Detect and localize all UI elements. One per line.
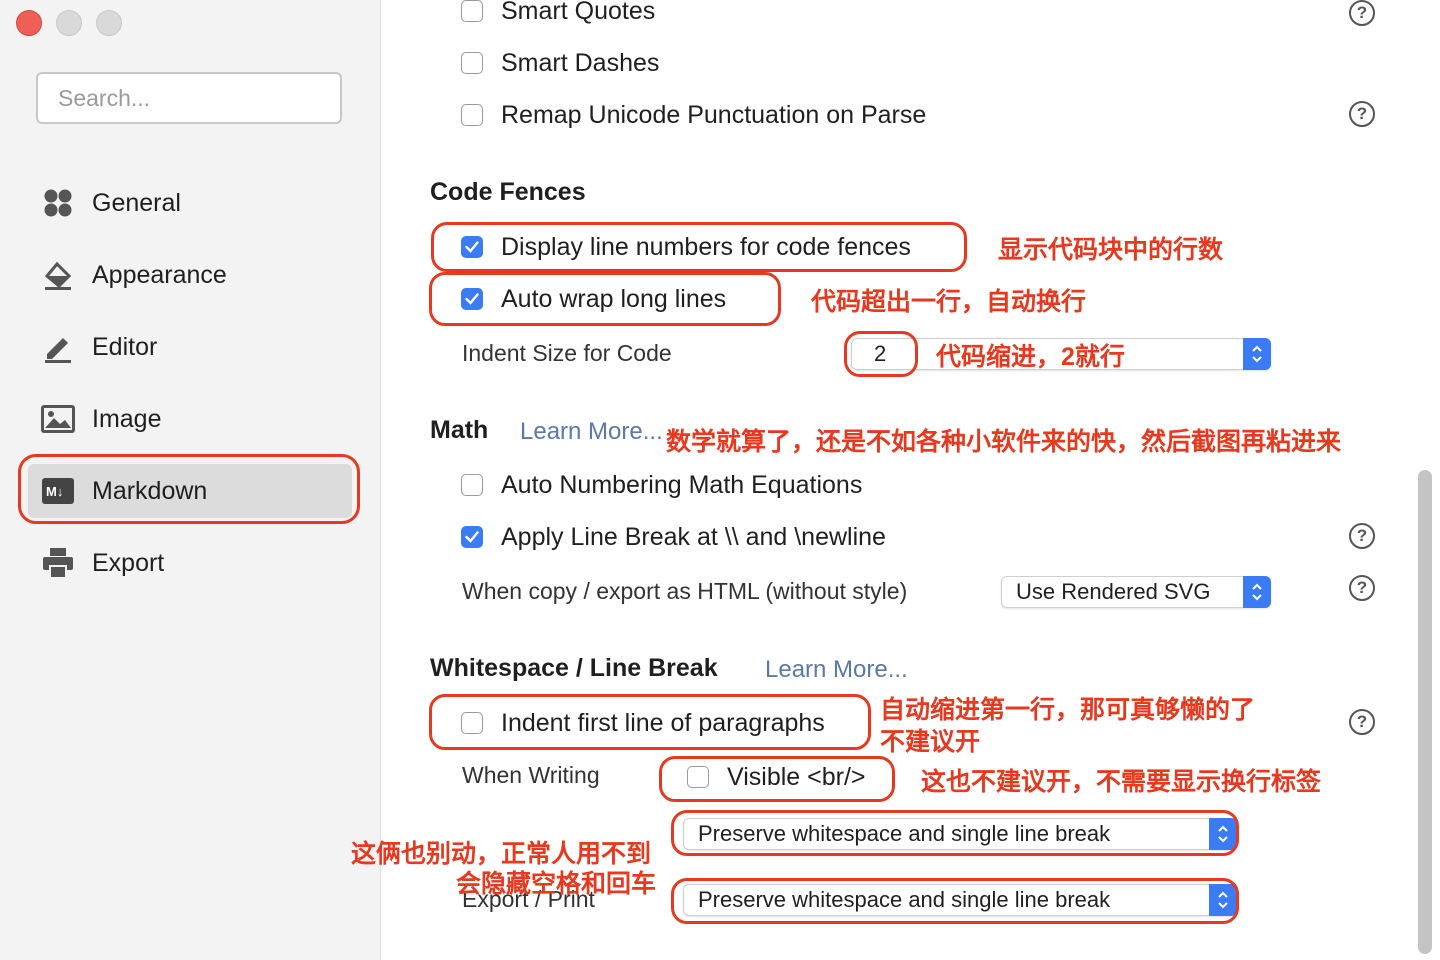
auto-numbering-option[interactable]: Auto Numbering Math Equations (461, 470, 862, 500)
annotation-ring (429, 272, 781, 326)
when-writing-label: When Writing (462, 762, 600, 788)
sidebar-item-general[interactable]: General (40, 178, 340, 228)
math-learn-more-link[interactable]: Learn More... (520, 418, 663, 446)
annotation-ring-markdown (18, 454, 360, 524)
whitespace-learn-more-link[interactable]: Learn More... (765, 656, 908, 684)
section-title-whitespace: Whitespace / Line Break (430, 654, 718, 682)
zoom-window-button[interactable] (96, 10, 122, 36)
annotation-text: 这也不建议开，不需要显示换行标签 (921, 768, 1322, 796)
annotation-text: 自动缩进第一行，那可真够懒的了 (880, 696, 1256, 724)
copy-export-label: When copy / export as HTML (without styl… (462, 578, 908, 604)
annotation-text: 会隐藏空格和回车 (456, 870, 657, 898)
copy-export-select[interactable]: Use Rendered SVG (1001, 576, 1271, 608)
scrollbar[interactable] (1418, 470, 1432, 954)
annotation-ring (671, 878, 1239, 924)
smart-dashes-checkbox[interactable] (461, 52, 483, 74)
annotation-ring (844, 331, 918, 377)
sidebar-item-label: Image (92, 404, 162, 433)
annotation-ring (429, 694, 871, 750)
smart-quotes-checkbox[interactable] (461, 0, 483, 22)
remap-unicode-checkbox[interactable] (461, 104, 483, 126)
annotation-ring (431, 222, 967, 272)
sidebar-item-export[interactable]: Export (40, 538, 340, 588)
sidebar-item-editor[interactable]: Editor (40, 322, 340, 372)
annotation-text: 显示代码块中的行数 (998, 236, 1224, 264)
annotation-text: 数学就算了，还是不如各种小软件来的快，然后截图再粘进来 (666, 428, 1342, 456)
annotation-text: 代码超出一行，自动换行 (811, 288, 1087, 316)
grid-icon (40, 185, 76, 221)
help-icon[interactable]: ? (1349, 575, 1375, 601)
settings-panel: Smart Quotes ? Smart Dashes Remap Unicod… (351, 0, 1440, 960)
help-icon[interactable]: ? (1349, 0, 1375, 26)
paint-bucket-icon (40, 257, 76, 293)
help-icon[interactable]: ? (1349, 709, 1375, 735)
stepper-chevrons-icon (1243, 576, 1271, 608)
indent-size-label: Indent Size for Code (462, 340, 672, 366)
sidebar-item-label: Export (92, 548, 165, 577)
sidebar-item-label: General (92, 188, 181, 217)
sidebar-item-label: Appearance (92, 260, 227, 289)
annotation-text: 不建议开 (880, 728, 981, 756)
apply-line-break-checkbox[interactable] (461, 526, 483, 548)
annotation-ring (659, 756, 895, 802)
sidebar-item-image[interactable]: Image (40, 394, 340, 444)
section-title-math: Math (430, 416, 489, 444)
checkmark-icon (465, 531, 479, 543)
smart-dashes-option[interactable]: Smart Dashes (461, 48, 659, 78)
sidebar: General Appearance Editor Image M↓ Markd… (0, 0, 381, 960)
remap-unicode-option[interactable]: Remap Unicode Punctuation on Parse (461, 100, 926, 130)
stepper-chevrons-icon (1243, 338, 1271, 370)
pencil-icon (40, 329, 76, 365)
auto-numbering-checkbox[interactable] (461, 474, 483, 496)
section-title-code-fences: Code Fences (430, 178, 586, 206)
close-window-button[interactable] (16, 10, 42, 36)
printer-icon (40, 545, 76, 581)
annotation-ring (671, 810, 1239, 856)
smart-quotes-option[interactable]: Smart Quotes (461, 0, 655, 26)
help-icon[interactable]: ? (1349, 523, 1375, 549)
help-icon[interactable]: ? (1349, 101, 1375, 127)
search-input[interactable] (36, 72, 342, 124)
minimize-window-button[interactable] (56, 10, 82, 36)
annotation-text: 代码缩进，2就行 (936, 343, 1125, 371)
sidebar-item-appearance[interactable]: Appearance (40, 250, 340, 300)
apply-line-break-option[interactable]: Apply Line Break at \\ and \newline (461, 522, 886, 552)
sidebar-item-label: Editor (92, 332, 158, 361)
image-icon (40, 401, 76, 437)
